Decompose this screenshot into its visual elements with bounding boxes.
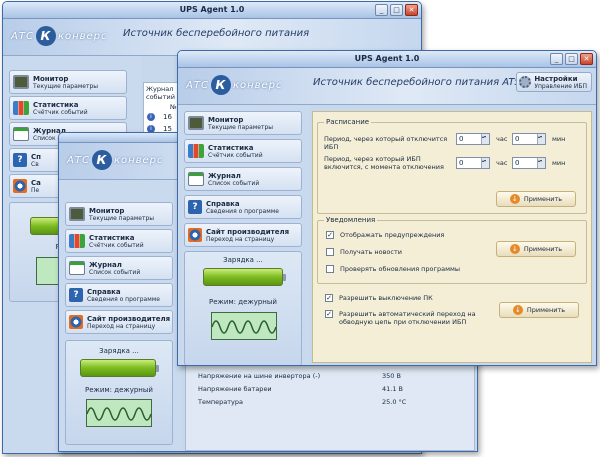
shutdown-period-label: Период, через который отключится ИБП [324,135,448,151]
waveform-display [211,312,277,340]
help-icon: ? [69,288,83,302]
monitor-icon [13,75,29,89]
hour-unit: час [496,135,508,143]
nav-help[interactable]: ? Справка Сведения о программе [65,283,173,307]
inverter-voltage-value: 350 В [382,372,401,380]
shutdown-minutes-stepper[interactable]: 0 [512,133,546,145]
statistics-icon [69,234,85,248]
nav-statistics[interactable]: Статистика Счётчик событий [9,96,127,120]
nav-statistics[interactable]: Статистика Счётчик событий [184,139,302,163]
status-panel: Зарядка ... Режим: дежурный [184,251,302,365]
shutdown-hours-stepper[interactable]: 0 [456,133,490,145]
window-title: UPS Agent 1.0 [354,54,420,63]
monitor-icon [188,116,204,130]
website-icon [69,315,83,329]
nav-journal[interactable]: ЖурналСписок событий [184,167,302,191]
mode-label: Режим: дежурный [85,386,153,394]
warnings-checkbox[interactable]: ✓ [326,231,334,239]
power-on-minutes-stepper[interactable]: 0 [512,157,546,169]
hour-unit: час [496,159,508,167]
help-icon: ? [188,200,202,214]
bypass-label: Разрешить автоматический переход на обво… [339,310,476,326]
close-button[interactable]: ✕ [580,53,593,65]
monitor-panel: Напряжение на шине инвертора (-) 350 В Н… [185,363,475,451]
help-icon: ? [13,153,27,167]
apply-notifications-button[interactable]: ↓ Применить [496,241,576,257]
inverter-voltage-label: Напряжение на шине инвертора (-) [198,372,321,380]
minimize-button[interactable]: _ [375,4,388,16]
arrow-down-icon: ↓ [509,244,520,254]
sidebar: Монитор Текущие параметры Статистика Счётч… [59,180,181,451]
minute-unit: мин [552,159,566,167]
website-icon [188,228,202,242]
website-icon [13,179,27,193]
temperature-value: 25.0 °С [382,398,407,406]
maximize-button[interactable]: □ [565,53,578,65]
header-title: Источник бесперебойного питания ATS 1000 [313,77,550,88]
notifications-group: Уведомления ✓ Отображать предупреждения … [317,216,587,284]
news-checkbox[interactable] [326,248,334,256]
battery-voltage-value: 41.1 В [382,385,403,393]
app-logo: АТС Кконверс [11,26,108,46]
nav-website[interactable]: Сайт производителя Переход на страницу [65,310,173,334]
nav-help[interactable]: ? Справка Сведения о программе [184,195,302,219]
app-logo: АТС Кконверс [186,75,283,95]
updates-label: Проверять обновления программы [340,265,461,273]
battery-indicator [80,359,159,377]
apply-pc-control-button[interactable]: ↓ Применить [499,302,579,318]
nav-journal[interactable]: ЖурналСписок событий [65,256,173,280]
notifications-label: Уведомления [324,216,378,224]
battery-indicator [203,268,286,286]
arrow-down-icon: ↓ [512,305,523,315]
statistics-icon [188,144,204,158]
title-bar[interactable]: UPS Agent 1.0 _ □ ✕ [3,2,421,19]
nav-statistics[interactable]: Статистика Счётчик событий [65,229,173,253]
statistics-icon [13,101,29,115]
temperature-label: Температура [198,398,243,406]
settings-panel: Расписание Период, через который отключи… [312,111,592,363]
nav-monitor[interactable]: Монитор Текущие параметры [65,202,173,226]
header-title: Источник бесперебойного питания [123,28,310,39]
shutdown-pc-label: Разрешить выключение ПК [339,294,433,302]
maximize-button[interactable]: □ [390,4,403,16]
app-logo: АТС Кконверс [67,150,164,170]
window-title: UPS Agent 1.0 [179,5,245,14]
schedule-group: Расписание Период, через который отключи… [317,118,587,214]
nav-monitor[interactable]: Монитор Текущие параметры [184,111,302,135]
journal-icon [69,261,85,275]
mode-label: Режим: дежурный [209,298,277,306]
journal-icon [13,127,29,141]
app-header: АТС Кконверс Источник бесперебойного пита… [178,68,596,105]
bypass-checkbox[interactable]: ✓ [325,310,333,318]
charging-label: Зарядка ... [99,347,139,355]
info-icon: i [147,113,155,121]
battery-voltage-label: Напряжение батареи [198,385,272,393]
journal-icon [188,172,204,186]
minute-unit: мин [552,135,566,143]
sidebar: Монитор Текущие параметры Статистика Счётч… [178,105,310,365]
gear-icon [519,76,532,88]
power-on-hours-stepper[interactable]: 0 [456,157,490,169]
arrow-down-icon: ↓ [509,194,520,204]
updates-checkbox[interactable] [326,265,334,273]
schedule-label: Расписание [324,118,372,126]
title-bar[interactable]: UPS Agent 1.0 _ □ ✕ [178,51,596,68]
news-label: Получать новости [340,248,402,256]
close-button[interactable]: ✕ [405,4,418,16]
charging-label: Зарядка ... [223,256,263,264]
main-window-front: UPS Agent 1.0 _ □ ✕ АТС Кконверс Источник… [177,50,597,366]
apply-schedule-button[interactable]: ↓ Применить [496,191,576,207]
waveform-display [86,399,152,427]
monitor-icon [69,207,85,221]
nav-monitor[interactable]: Монитор Текущие параметры [9,70,127,94]
nav-website[interactable]: Сайт производителя Переход на страницу [184,223,302,247]
power-on-period-label: Период, через который ИБП включится, с м… [324,155,444,171]
warnings-label: Отображать предупреждения [340,231,445,239]
status-panel: Зарядка ... Режим: дежурный [65,340,173,445]
minimize-button[interactable]: _ [550,53,563,65]
shutdown-pc-checkbox[interactable]: ✓ [325,294,333,302]
settings-button[interactable]: Настройки Управление ИБП [516,72,592,92]
